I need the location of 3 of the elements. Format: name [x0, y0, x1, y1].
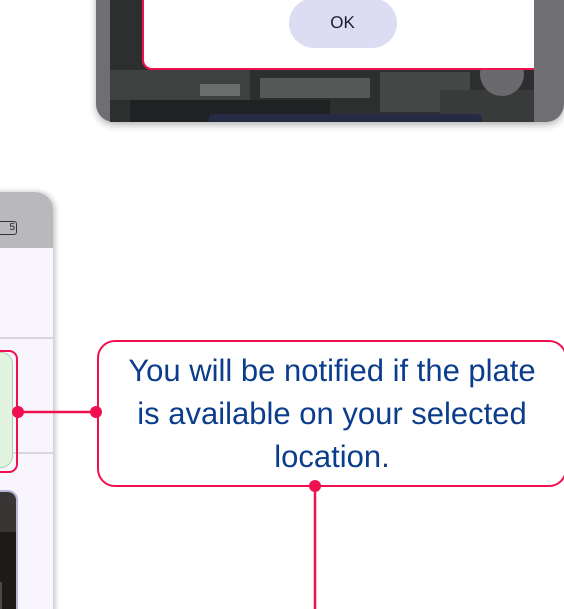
callout-text: You will be notified if the plate is available on your selected location. [127, 352, 537, 476]
battery-icon: 5 [0, 221, 17, 235]
ok-button[interactable]: OK [288, 0, 396, 48]
